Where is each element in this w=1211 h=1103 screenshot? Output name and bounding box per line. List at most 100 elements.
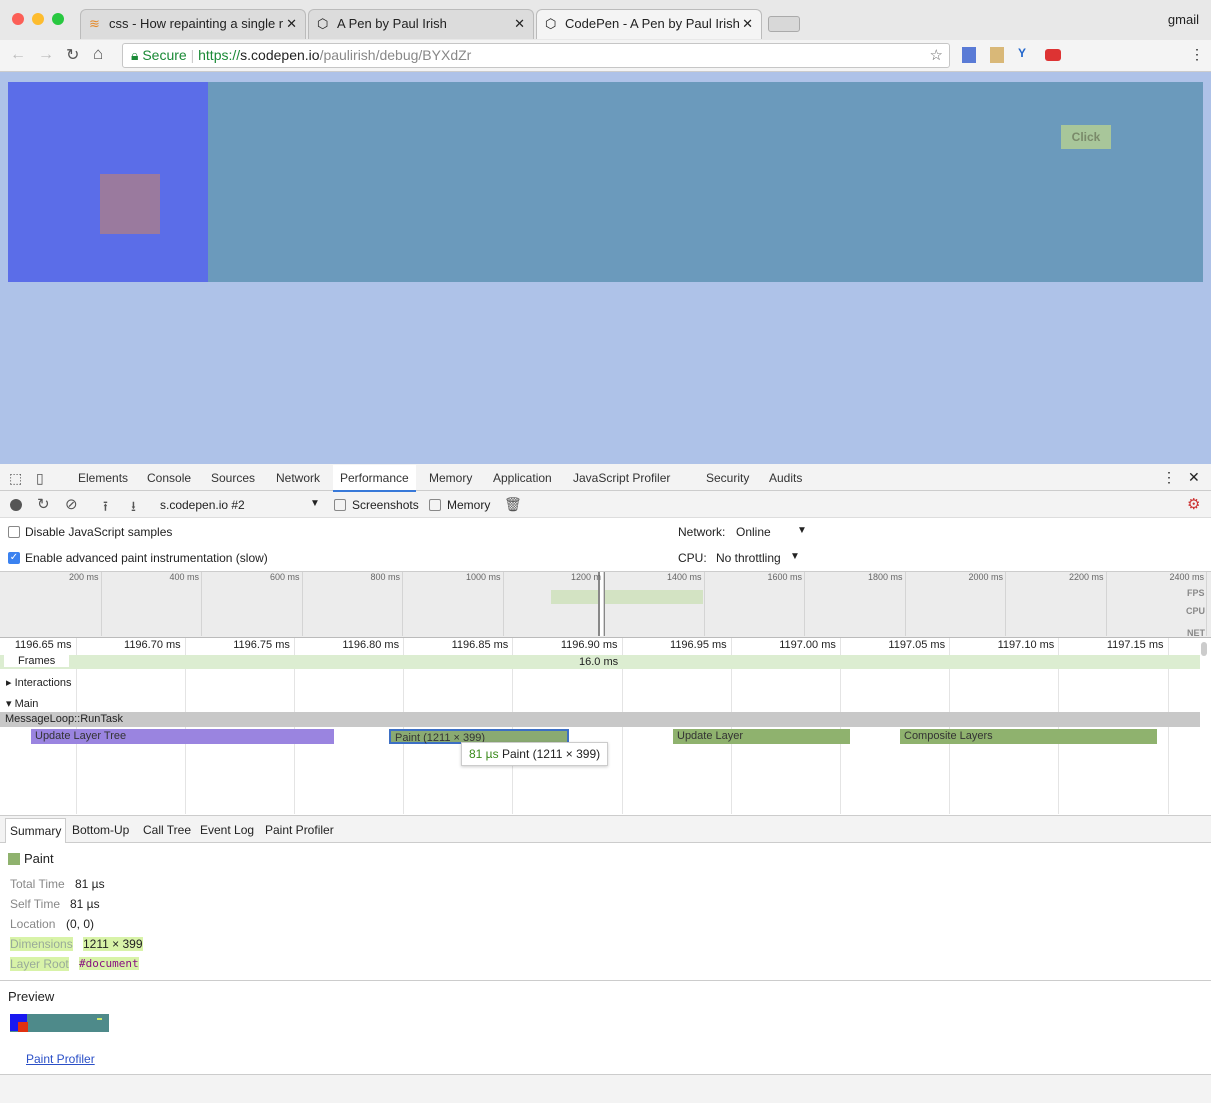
close-window-button[interactable] <box>12 13 24 25</box>
self-time-label: Self Time <box>10 897 61 911</box>
overview-tick: 1400 ms <box>666 572 702 582</box>
tab-event-log[interactable]: Event Log <box>200 823 254 837</box>
device-toolbar-icon[interactable]: ▯ <box>36 470 44 487</box>
address-bar[interactable]: 🔒︎ Secure | https://s.codepen.io/pauliri… <box>122 43 950 68</box>
load-profile-icon[interactable]: ⭱ <box>103 496 108 520</box>
home-icon[interactable]: ⌂ <box>93 44 103 64</box>
recording-select[interactable]: s.codepen.io #2 <box>160 498 245 512</box>
overview-gridline <box>1105 572 1107 636</box>
record-button[interactable] <box>10 499 22 511</box>
tab-title: css - How repainting a single r <box>109 16 284 31</box>
self-time-value: 81 µs <box>70 897 100 911</box>
bookmark-star-icon[interactable]: ☆ <box>930 46 943 64</box>
close-devtools-icon[interactable]: ✕ <box>1188 469 1200 486</box>
save-profile-icon[interactable]: ⭳ <box>131 496 136 520</box>
extension-icon[interactable] <box>990 47 1004 63</box>
overview-gridline <box>201 572 202 636</box>
codepen-icon: ⬡ <box>545 16 557 31</box>
close-tab-icon[interactable]: ✕ <box>742 16 753 32</box>
minimize-window-button[interactable] <box>32 13 44 25</box>
clear-icon[interactable]: ⊘ <box>65 495 78 513</box>
tab-performance[interactable]: Performance <box>333 465 416 492</box>
overview-gridline <box>904 572 906 636</box>
cpu-label: CPU: <box>678 551 707 565</box>
disable-js-checkbox[interactable] <box>8 526 20 538</box>
disable-js-label: Disable JavaScript samples <box>25 525 173 539</box>
composite-layers-event[interactable]: Composite Layers <box>900 729 1157 744</box>
dimensions-value: 1211 × 399 <box>83 937 143 951</box>
interactions-track[interactable]: ▸ Interactions <box>6 676 71 689</box>
chevron-down-icon[interactable]: ▼ <box>790 551 800 562</box>
chevron-down-icon[interactable]: ▼ <box>797 525 807 536</box>
back-icon[interactable]: ← <box>10 46 26 64</box>
network-throttle-select[interactable]: Online <box>736 525 771 539</box>
overview-tick: 200 ms <box>68 572 99 582</box>
codepen-icon: ⬡ <box>317 16 329 31</box>
forward-icon[interactable]: → <box>38 46 54 64</box>
dimensions-label: Dimensions <box>10 937 73 951</box>
inspect-element-icon[interactable]: ⬚ <box>9 470 22 487</box>
overview-gridline <box>603 572 604 636</box>
tab-application[interactable]: Application <box>493 471 552 485</box>
tab-elements[interactable]: Elements <box>78 471 128 485</box>
tab-bottom-up[interactable]: Bottom-Up <box>72 823 129 837</box>
net-label: NET <box>1187 628 1205 638</box>
maximize-window-button[interactable] <box>52 13 64 25</box>
tab-sources[interactable]: Sources <box>211 471 255 485</box>
tab-network[interactable]: Network <box>276 471 320 485</box>
overview-gridline <box>1005 572 1006 636</box>
browser-tab-active[interactable]: ⬡ CodePen - A Pen by Paul Irish ✕ <box>536 9 762 39</box>
runtask-event[interactable]: MessageLoop::RunTask <box>0 712 1200 727</box>
lock-icon: 🔒︎ <box>131 47 139 63</box>
extension-icon[interactable]: Y <box>1018 46 1026 60</box>
fps-label: FPS <box>1187 588 1205 598</box>
flamechart-scrollbar[interactable] <box>1201 642 1207 656</box>
tab-summary[interactable]: Summary <box>5 818 67 843</box>
tab-audits[interactable]: Audits <box>769 471 802 485</box>
overview-tick: 800 ms <box>370 572 400 582</box>
chevron-down-icon[interactable]: ▼ <box>310 498 320 509</box>
status-bar <box>0 1074 1211 1103</box>
update-layer-tree-event[interactable]: Update Layer Tree <box>31 729 334 744</box>
extension-icon[interactable] <box>962 47 976 63</box>
tooltip-time: 81 µs <box>469 747 499 761</box>
browser-tab[interactable]: ≋ css - How repainting a single r ✕ <box>80 9 306 39</box>
total-time-label: Total Time <box>10 877 65 891</box>
close-tab-icon[interactable]: ✕ <box>514 16 525 32</box>
settings-gear-icon[interactable]: ⚙ <box>1187 495 1200 513</box>
overview-gridline <box>100 572 102 636</box>
click-button[interactable]: Click <box>1061 125 1111 149</box>
menu-icon[interactable]: ⋮ <box>1190 46 1204 63</box>
cpu-label: CPU <box>1186 606 1206 616</box>
overview-tick: 400 ms <box>169 572 199 582</box>
profile-name[interactable]: gmail <box>1168 12 1199 27</box>
main-track[interactable]: ▾ Main <box>6 697 38 710</box>
divider <box>0 980 1211 981</box>
layer-root-link[interactable]: #document <box>79 957 139 970</box>
advanced-paint-checkbox[interactable]: ✓ <box>8 552 20 564</box>
close-tab-icon[interactable]: ✕ <box>286 16 297 32</box>
trash-icon[interactable]: 🗑︎ <box>504 496 522 513</box>
reload-icon[interactable]: ↻ <box>66 45 79 65</box>
more-options-icon[interactable]: ⋮ <box>1162 469 1176 486</box>
reload-profile-icon[interactable]: ↻ <box>37 495 50 513</box>
tab-call-tree[interactable]: Call Tree <box>143 823 191 837</box>
browser-tab[interactable]: ⬡ A Pen by Paul Irish ✕ <box>308 9 534 39</box>
overview-tick: 600 ms <box>269 572 300 582</box>
tab-paint-profiler[interactable]: Paint Profiler <box>265 823 334 837</box>
tab-strip: ≋ css - How repainting a single r ✕ ⬡ A Pen… <box>0 0 1211 40</box>
update-layer-event[interactable]: Update Layer <box>673 729 850 744</box>
interactions-label: Interactions <box>14 677 72 689</box>
tab-security[interactable]: Security <box>706 471 749 485</box>
extension-icon[interactable] <box>1045 49 1061 61</box>
new-tab-button[interactable] <box>768 16 800 32</box>
tooltip-label: Paint (1211 × 399) <box>501 747 601 761</box>
memory-checkbox[interactable] <box>429 499 441 511</box>
time-tick: 1197.05 ms <box>888 639 946 651</box>
tab-memory[interactable]: Memory <box>429 471 472 485</box>
screenshots-checkbox[interactable] <box>334 499 346 511</box>
tab-javascript-profiler[interactable]: JavaScript Profiler <box>573 471 670 485</box>
cpu-throttle-select[interactable]: No throttling <box>716 551 781 565</box>
tab-console[interactable]: Console <box>147 471 191 485</box>
paint-profiler-link[interactable]: Paint Profiler <box>26 1052 95 1066</box>
